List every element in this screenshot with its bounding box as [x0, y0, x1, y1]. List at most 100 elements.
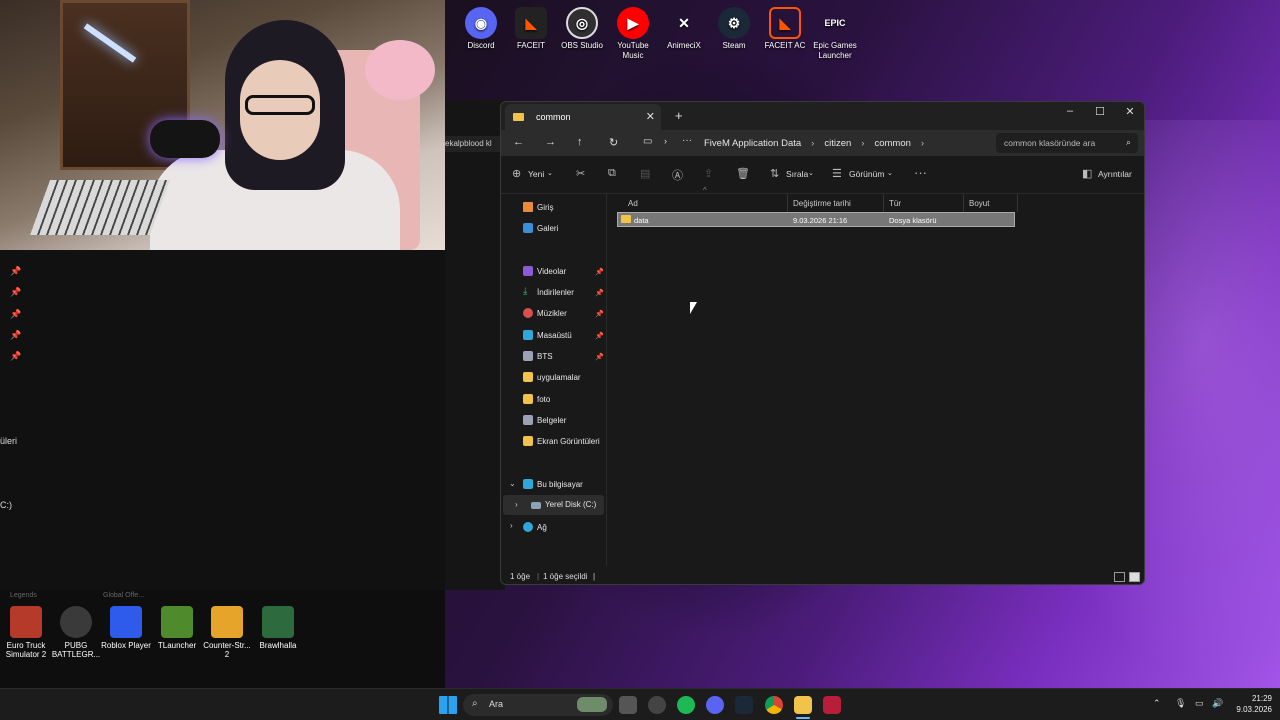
sidebar-item-apps[interactable]: uygulamalar — [523, 372, 581, 382]
more-locations-icon[interactable]: ··· — [682, 135, 692, 146]
desktop-icon-pubg[interactable]: PUBG BATTLEGR... — [51, 606, 101, 659]
sidebar-item-label: foto — [537, 394, 551, 404]
network-tray-icon[interactable]: ▭ — [1195, 698, 1204, 709]
new-button[interactable]: Yeni — [528, 169, 544, 179]
faded-label: Legends — [10, 592, 37, 599]
sidebar-item-network[interactable]: Ağ — [523, 522, 547, 532]
sidebar-item-photo[interactable]: foto — [523, 394, 550, 404]
sidebar-item-documents[interactable]: Belgeler — [523, 415, 566, 425]
task-view-icon[interactable] — [619, 696, 637, 714]
obs-taskbar-icon[interactable] — [648, 696, 666, 714]
taskbar-search[interactable]: ⌕ Ara — [463, 694, 613, 716]
column-header-size[interactable]: Boyut — [964, 194, 1018, 212]
chevron-right-icon[interactable]: › — [515, 495, 518, 515]
cut-icon[interactable]: ✂ — [576, 167, 585, 180]
back-arrow-icon[interactable]: ← — [513, 136, 524, 148]
close-tab-icon[interactable]: ✕ — [646, 110, 655, 123]
minimize-button[interactable]: – — [1055, 105, 1085, 117]
sidebar-item-home[interactable]: Giriş — [523, 202, 553, 212]
sidebar-item-downloads[interactable]: ⤓ İndirilenler — [523, 287, 574, 297]
desktop-icon-brawlhalla[interactable]: Brawlhalla — [253, 606, 303, 650]
close-window-button[interactable]: ✕ — [1115, 105, 1144, 118]
spotify-icon[interactable] — [677, 696, 695, 714]
details-button[interactable]: Ayrıntılar — [1098, 169, 1132, 179]
volume-icon[interactable]: 🔊 — [1212, 698, 1223, 709]
sort-button[interactable]: Sırala — [786, 169, 808, 179]
sidebar-item-screenshots[interactable]: Ekran Görüntüleri — [523, 436, 600, 446]
maximize-button[interactable]: ☐ — [1085, 105, 1115, 118]
breadcrumb-item[interactable]: citizen — [824, 138, 851, 149]
tab-common[interactable]: common ✕ — [505, 104, 661, 130]
sidebar-item-local-disk[interactable]: › Yerel Disk (C:) — [503, 495, 604, 515]
column-header-date[interactable]: Değiştirme tarihi — [788, 194, 884, 212]
chevron-up-icon[interactable]: ⌃ — [1153, 698, 1161, 709]
mouse-cursor — [690, 302, 697, 314]
copy-icon[interactable]: ⧉ — [608, 167, 616, 180]
sidebar-item-bts[interactable]: BTS — [523, 351, 553, 361]
sidebar-item-this-pc[interactable]: Bu bilgisayar — [523, 479, 583, 489]
microphone-icon[interactable]: 🎙 — [1175, 698, 1186, 709]
monitor-icon[interactable]: ▭ — [643, 136, 652, 147]
forward-arrow-icon[interactable]: → — [545, 136, 556, 148]
sidebar-item-desktop[interactable]: Masaüstü — [523, 330, 572, 340]
steam-taskbar-icon[interactable] — [735, 696, 753, 714]
discord-taskbar-icon[interactable] — [706, 696, 724, 714]
desktop-icon-faceit-ac[interactable]: ◣ FACEIT AC — [760, 7, 810, 51]
desktop-icon-label: YouTube Music — [617, 41, 649, 60]
sidebar-item-videos[interactable]: Videolar — [523, 266, 566, 276]
up-arrow-icon[interactable]: ↑ — [577, 136, 583, 148]
chevron-right-icon[interactable]: › — [510, 521, 513, 530]
paste-icon[interactable]: ▤ — [640, 167, 650, 180]
desktop-icon-faceit[interactable]: ◣ FACEIT — [506, 7, 556, 51]
delete-icon[interactable]: 🗑 — [736, 167, 750, 180]
background-tab-text: ekalpblood kl — [445, 136, 505, 152]
desktop-icon-epic-games[interactable]: EPIC Epic Games Launcher — [810, 7, 860, 61]
file-explorer-window: common ✕ + – ☐ ✕ ← → ↑ ↻ ▭ › ··· FiveM A… — [500, 101, 1145, 585]
details-pane-icon: ◧ — [1082, 168, 1093, 180]
chrome-icon[interactable] — [765, 696, 783, 714]
desktop-icon-counter-strike[interactable]: Counter-Str... 2 — [202, 606, 252, 659]
clock[interactable]: 21:29 9.03.2026 — [1226, 693, 1272, 715]
sidebar-item-label: Bu bilgisayar — [537, 479, 583, 489]
share-icon[interactable]: ⇪ — [704, 167, 713, 180]
desktop-icon-label: Brawlhalla — [259, 641, 297, 650]
desktop-icon-steam[interactable]: ⚙ Steam — [709, 7, 759, 51]
search-input[interactable]: common klasöründe ara ⌕ — [996, 133, 1138, 153]
desktop-icon-tlauncher[interactable]: TLauncher — [152, 606, 202, 650]
desktop-icon-euro-truck[interactable]: Euro Truck Simulator 2 — [1, 606, 51, 659]
chevron-down-icon[interactable]: ⌄ — [509, 479, 516, 488]
desktop-icon-animecix[interactable]: ✕ AnimeciX — [659, 7, 709, 51]
faded-label: Global Offe... — [103, 592, 145, 599]
desktop-icon-youtube-music[interactable]: ▶ YouTube Music — [608, 7, 658, 61]
column-header-name[interactable]: Ad — [623, 194, 788, 212]
sidebar-item-music[interactable]: Müzikler — [523, 308, 567, 318]
command-bar: ⊕ Yeni ⌄ ✂ ⧉ ▤ Ⓐ ⇪ 🗑 ⇅ Sırala ⌄ ☰ Görünü… — [501, 156, 1144, 194]
start-button[interactable] — [439, 696, 457, 714]
taskbar: ⌕ Ara ⌃ 🎙 ▭ 🔊 21:29 9.03.2026 — [0, 688, 1280, 720]
desktop-icon-discord[interactable]: ◉ Discord — [456, 7, 506, 51]
pin-icon: 📌 — [10, 287, 22, 297]
view-button[interactable]: Görünüm — [849, 169, 884, 179]
refresh-icon[interactable]: ↻ — [609, 136, 618, 149]
breadcrumb-item[interactable]: common — [874, 138, 910, 149]
sidebar-item-gallery[interactable]: Galeri — [523, 223, 558, 233]
rename-icon[interactable]: Ⓐ — [672, 167, 683, 183]
more-options-icon[interactable]: ··· — [914, 165, 927, 180]
new-tab-button[interactable]: + — [675, 108, 683, 123]
file-row[interactable]: data 9.03.2026 21:16 Dosya klasörü — [617, 212, 1015, 227]
column-header-type[interactable]: Tür — [884, 194, 964, 212]
desktop-icon-label: AnimeciX — [667, 41, 701, 50]
sidebar-item-label: Masaüstü — [537, 330, 572, 340]
tiles-view-icon[interactable] — [1129, 572, 1140, 582]
breadcrumb-item[interactable]: FiveM Application Data — [704, 138, 801, 149]
file-explorer-taskbar-icon[interactable] — [794, 696, 812, 714]
search-placeholder: common klasöründe ara — [1004, 138, 1096, 148]
details-view-icon[interactable] — [1114, 572, 1125, 582]
sidebar-item-label: BTS — [537, 351, 553, 361]
document-icon — [523, 351, 533, 361]
desktop-icon-obs[interactable]: ◎ OBS Studio — [557, 7, 607, 51]
fivem-icon[interactable] — [823, 696, 841, 714]
desktop-icon-label: Epic Games Launcher — [813, 41, 857, 60]
status-divider: | — [537, 572, 540, 581]
desktop-icon-roblox[interactable]: Roblox Player — [101, 606, 151, 650]
